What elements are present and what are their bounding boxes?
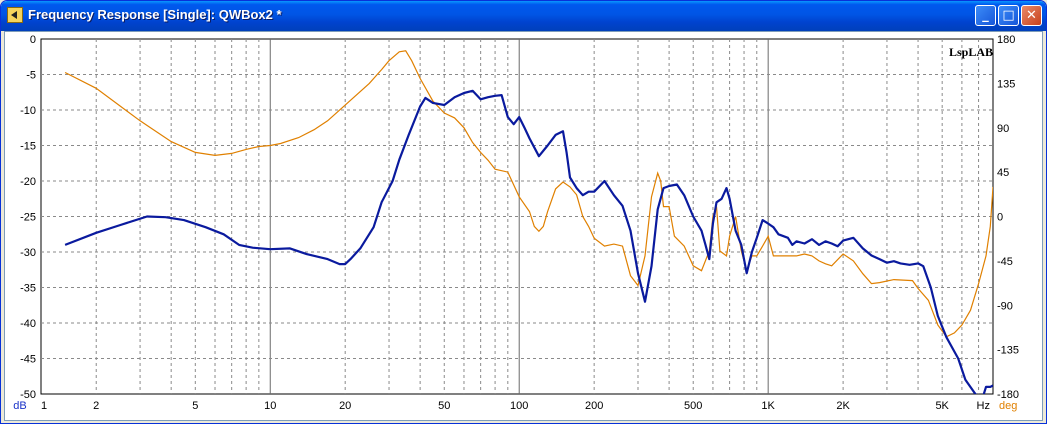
y2-tick-label: 135 [997, 78, 1015, 90]
watermark-label: LspLAB [949, 45, 993, 59]
y2-tick-label: -90 [997, 300, 1013, 312]
x-tick-label: 5 [192, 400, 198, 412]
y2-tick-label: 0 [997, 212, 1003, 224]
window-title: Frequency Response [Single]: QWBox2 * [28, 7, 282, 22]
y-tick-label: -40 [20, 318, 36, 330]
minimize-button[interactable]: _ [975, 5, 996, 26]
y-tick-label: -10 [20, 105, 36, 117]
y-unit-label: dB [13, 400, 26, 412]
y2-tick-label: 90 [997, 123, 1009, 135]
y2-tick-label: -135 [997, 345, 1019, 357]
x-tick-label: 200 [585, 400, 603, 412]
x-tick-label: 1 [41, 400, 47, 412]
x-tick-label: 5K [935, 400, 949, 412]
y2-tick-label: 45 [997, 167, 1009, 179]
x-tick-label: 50 [438, 400, 450, 412]
y-tick-label: -20 [20, 176, 36, 188]
close-button[interactable]: ✕ [1021, 5, 1042, 26]
x-tick-label: 2K [836, 400, 850, 412]
x-tick-label: 100 [510, 400, 528, 412]
frequency-response-window: Frequency Response [Single]: QWBox2 * _ … [0, 0, 1047, 424]
maximize-button[interactable]: □ [998, 5, 1019, 26]
x-tick-label: 2 [93, 400, 99, 412]
y2-tick-label: -45 [997, 256, 1013, 268]
x-tick-label: 1K [761, 400, 775, 412]
x-unit-label: Hz [977, 400, 990, 412]
title-bar[interactable]: Frequency Response [Single]: QWBox2 * _ … [1, 1, 1046, 31]
y2-unit-label: deg [999, 400, 1017, 412]
y-tick-label: -25 [20, 212, 36, 224]
y-tick-label: -30 [20, 247, 36, 259]
y-tick-label: -45 [20, 354, 36, 366]
y-tick-label: -15 [20, 141, 36, 153]
y-tick-label: -35 [20, 283, 36, 295]
y-tick-label: 0 [30, 34, 36, 46]
y2-tick-label: 180 [997, 34, 1015, 46]
x-tick-label: 20 [339, 400, 351, 412]
frequency-response-chart: 0-5-10-15-20-25-30-35-40-45-501801359045… [13, 34, 1019, 412]
x-tick-label: 500 [684, 400, 702, 412]
x-tick-label: 10 [264, 400, 276, 412]
y-tick-label: -5 [26, 70, 36, 82]
speaker-icon [7, 7, 23, 23]
plot-area[interactable]: 0 -5 -10 -15 -20 -25 -30 -35 -40 -45 -50 180 135 90 45… [4, 31, 1043, 421]
